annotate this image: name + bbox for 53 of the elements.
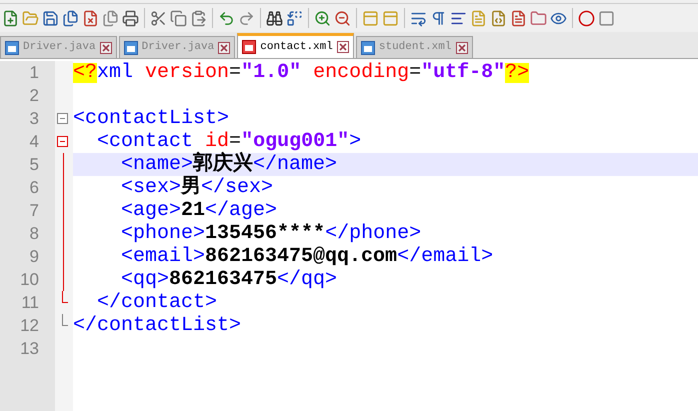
folder-icon[interactable] <box>530 10 547 26</box>
file-tab[interactable]: student.xml <box>356 36 472 58</box>
close-icon[interactable] <box>456 42 468 54</box>
line-number: 8 <box>30 225 39 242</box>
file-tab[interactable]: Driver.java <box>0 36 117 58</box>
code-file-icon[interactable] <box>490 10 507 26</box>
code-line: <contactList> <box>73 107 230 130</box>
file-tab[interactable]: Driver.java <box>118 36 236 58</box>
code-line: <phone>135456****</phone> <box>120 222 422 245</box>
code-line: <sex>男</sex> <box>120 176 274 199</box>
line-number: 1 <box>30 64 39 81</box>
undo-icon[interactable] <box>218 10 235 26</box>
code-line: <?xml version="1.0" encoding="utf-8"?> <box>73 61 530 84</box>
line-number: 4 <box>30 133 39 150</box>
files-icon[interactable] <box>62 10 79 26</box>
line-number: 13 <box>20 340 39 357</box>
close-file-icon[interactable] <box>82 10 99 26</box>
close-icon[interactable] <box>100 42 112 54</box>
line-number: 10 <box>20 271 39 288</box>
fold-toggle-icon[interactable] <box>57 136 68 147</box>
new-file-icon[interactable] <box>2 10 19 26</box>
file-tab[interactable]: contact.xml <box>237 33 354 58</box>
save-icon[interactable] <box>42 10 59 26</box>
zoom-in-icon[interactable] <box>314 10 331 26</box>
document-icon[interactable] <box>510 10 527 26</box>
pilcrow-icon[interactable] <box>430 10 447 26</box>
stop-icon[interactable] <box>598 10 615 26</box>
paste-icon[interactable] <box>190 10 207 26</box>
line-number: 12 <box>20 317 39 334</box>
line-number: 11 <box>21 294 39 311</box>
line-number: 2 <box>30 87 39 104</box>
binoculars-icon[interactable] <box>266 10 283 26</box>
redo-icon[interactable] <box>238 10 255 26</box>
line-number: 5 <box>30 156 39 173</box>
line-number: 3 <box>30 110 39 127</box>
close-icon[interactable] <box>218 42 230 54</box>
code-line: </contactList> <box>73 314 242 337</box>
code-line: <qq>862163475</qq> <box>120 268 338 291</box>
zoom-out-icon[interactable] <box>334 10 351 26</box>
line-number: 6 <box>30 179 39 196</box>
printer-icon[interactable] <box>122 10 139 26</box>
code-line: <age>21</age> <box>120 199 278 222</box>
fold-toggle-icon[interactable] <box>57 113 68 124</box>
scissors-icon[interactable] <box>150 10 167 26</box>
code-line: <contact id="ogug001"> <box>96 130 362 152</box>
close-icon[interactable] <box>336 41 349 53</box>
files-icon[interactable] <box>102 10 119 26</box>
record-icon[interactable] <box>578 10 595 26</box>
code-line: <email>862163475@qq.com</email> <box>120 245 494 268</box>
code-line: </contact> <box>96 291 218 314</box>
line-number: 9 <box>30 248 39 265</box>
copy-icon[interactable] <box>170 10 187 26</box>
line-number: 7 <box>30 202 39 219</box>
